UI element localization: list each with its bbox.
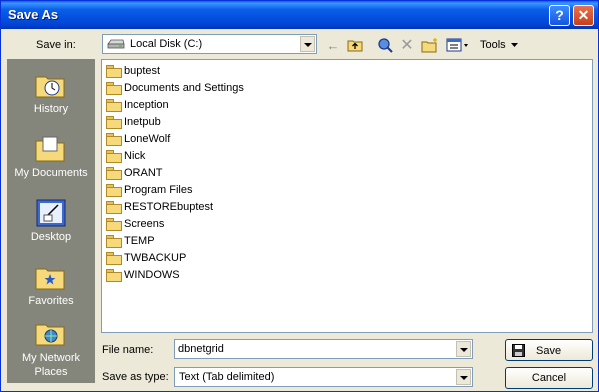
- file-name-label: File name:: [102, 344, 154, 356]
- window-title: Save As: [8, 7, 59, 22]
- place-network-places[interactable]: My Network Places: [7, 319, 95, 379]
- save-in-dropdown[interactable]: Local Disk (C:): [102, 34, 317, 54]
- cancel-button-label: Cancel: [531, 372, 567, 384]
- save-in-label: Save in:: [36, 39, 76, 51]
- list-item[interactable]: buptest: [106, 62, 160, 79]
- list-item[interactable]: ORANT: [106, 164, 163, 181]
- my-documents-icon: [35, 136, 65, 162]
- list-item[interactable]: TWBACKUP: [106, 249, 186, 266]
- folder-icon: [106, 217, 122, 231]
- file-name-field[interactable]: [174, 339, 473, 359]
- cancel-button[interactable]: Cancel: [505, 367, 593, 389]
- list-item[interactable]: Program Files: [106, 181, 192, 198]
- up-folder-icon[interactable]: [346, 36, 364, 54]
- title-bar[interactable]: Save As ? ✕: [1, 1, 598, 29]
- folder-icon: [106, 149, 122, 163]
- search-web-icon[interactable]: [376, 36, 394, 54]
- save-button-label: Save: [536, 345, 562, 357]
- new-folder-icon[interactable]: [421, 36, 439, 54]
- folder-icon: [106, 115, 122, 129]
- folder-icon: [106, 98, 122, 112]
- list-item[interactable]: Nick: [106, 147, 145, 164]
- chevron-down-icon: [510, 43, 518, 47]
- file-name-dropdown[interactable]: [455, 340, 472, 358]
- file-list[interactable]: buptest Documents and Settings Inception…: [101, 59, 593, 333]
- chevron-down-icon[interactable]: [456, 341, 471, 357]
- place-desktop-label: Desktop: [30, 231, 72, 243]
- close-button[interactable]: ✕: [573, 5, 594, 26]
- folder-icon: [106, 234, 122, 248]
- folder-icon: [106, 64, 122, 78]
- tools-menu-label: Tools: [480, 39, 506, 51]
- save-button[interactable]: Save: [505, 339, 593, 361]
- place-history[interactable]: History: [7, 69, 95, 115]
- list-item[interactable]: WINDOWS: [106, 266, 180, 283]
- views-icon[interactable]: [445, 36, 471, 54]
- place-favorites-label: Favorites: [28, 295, 74, 307]
- folder-icon: [106, 166, 122, 180]
- place-favorites[interactable]: Favorites: [7, 261, 95, 307]
- place-history-label: History: [33, 103, 69, 115]
- desktop-icon: [36, 199, 66, 227]
- folder-icon: [106, 268, 122, 282]
- chevron-down-icon[interactable]: [300, 36, 315, 52]
- folder-icon: [106, 251, 122, 265]
- list-item[interactable]: Inetpub: [106, 113, 161, 130]
- delete-icon[interactable]: ✕: [399, 36, 415, 54]
- save-as-type-value: Text (Tab delimited): [179, 371, 275, 383]
- file-name-input[interactable]: [178, 343, 448, 355]
- folder-icon: [106, 183, 122, 197]
- list-item[interactable]: Screens: [106, 215, 164, 232]
- save-in-value: Local Disk (C:): [130, 38, 203, 50]
- list-item[interactable]: TEMP: [106, 232, 155, 249]
- places-bar: History My Documents Desktop Favorites M…: [7, 59, 95, 383]
- save-as-type-dropdown[interactable]: Text (Tab delimited): [174, 367, 473, 387]
- folder-icon: [106, 81, 122, 95]
- save-as-type-label: Save as type:: [102, 371, 169, 383]
- place-desktop[interactable]: Desktop: [7, 197, 95, 243]
- folder-icon: [106, 200, 122, 214]
- save-as-dialog: Save As ? ✕ Save in: Local Disk (C:) ← ✕…: [0, 0, 599, 392]
- list-item[interactable]: RESTOREbuptest: [106, 198, 213, 215]
- place-network-places-label: My Network Places: [21, 352, 81, 378]
- network-places-icon: [35, 324, 65, 346]
- chevron-down-icon[interactable]: [456, 369, 471, 385]
- list-item[interactable]: LoneWolf: [106, 130, 170, 147]
- list-item[interactable]: Inception: [106, 96, 169, 113]
- help-button[interactable]: ?: [549, 5, 570, 26]
- place-my-documents[interactable]: My Documents: [7, 133, 95, 179]
- floppy-disk-icon: [512, 344, 525, 357]
- local-disk-icon: [107, 39, 125, 49]
- folder-icon: [106, 132, 122, 146]
- place-my-documents-label: My Documents: [14, 167, 88, 179]
- list-item[interactable]: Documents and Settings: [106, 79, 244, 96]
- favorites-icon: [35, 268, 65, 290]
- history-icon: [35, 76, 65, 98]
- back-icon[interactable]: ←: [325, 36, 341, 54]
- tools-menu[interactable]: Tools: [480, 36, 522, 54]
